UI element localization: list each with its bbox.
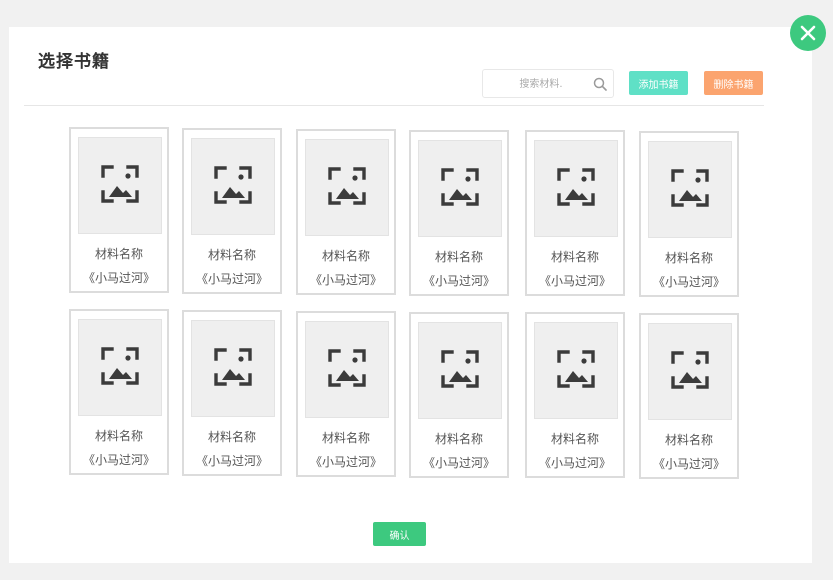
book-card[interactable]: 材料名称《小马过河》 <box>182 310 282 476</box>
book-name: 材料名称 <box>434 250 483 264</box>
book-thumbnail <box>648 141 732 238</box>
book-card[interactable]: 材料名称《小马过河》 <box>525 130 625 296</box>
book-thumbnail <box>648 323 732 420</box>
add-book-button[interactable]: 添加书籍 <box>629 71 688 95</box>
book-name: 材料名称 <box>207 248 256 262</box>
search-input[interactable] <box>491 74 591 95</box>
book-subtitle: 《小马过河》 <box>652 457 725 471</box>
book-thumbnail <box>418 322 502 419</box>
book-thumbnail <box>305 139 389 236</box>
book-subtitle: 《小马过河》 <box>538 456 611 470</box>
book-thumbnail <box>78 319 162 416</box>
book-thumbnail <box>305 321 389 418</box>
book-thumbnail <box>534 322 618 419</box>
book-card[interactable]: 材料名称《小马过河》 <box>296 129 396 295</box>
image-placeholder-icon <box>556 349 596 393</box>
header-divider <box>24 105 764 106</box>
image-placeholder-icon <box>670 168 710 212</box>
book-name: 材料名称 <box>664 433 713 447</box>
book-name: 材料名称 <box>94 247 143 261</box>
image-placeholder-icon <box>670 350 710 394</box>
book-thumbnail <box>418 140 502 237</box>
book-subtitle: 《小马过河》 <box>538 274 611 288</box>
image-placeholder-icon <box>100 346 140 390</box>
search-icon[interactable] <box>593 77 607 91</box>
image-placeholder-icon <box>213 347 253 391</box>
book-card[interactable]: 材料名称《小马过河》 <box>525 312 625 478</box>
book-name: 材料名称 <box>321 249 370 263</box>
book-subtitle: 《小马过河》 <box>195 272 268 286</box>
book-card[interactable]: 材料名称《小马过河》 <box>69 309 169 475</box>
book-card[interactable]: 材料名称《小马过河》 <box>69 127 169 293</box>
book-name: 材料名称 <box>94 429 143 443</box>
book-name: 材料名称 <box>664 251 713 265</box>
book-subtitle: 《小马过河》 <box>195 454 268 468</box>
book-name: 材料名称 <box>550 432 599 446</box>
book-card[interactable]: 材料名称《小马过河》 <box>409 130 509 296</box>
book-thumbnail <box>191 320 275 417</box>
confirm-button[interactable]: 确认 <box>373 522 426 546</box>
book-subtitle: 《小马过河》 <box>309 273 382 287</box>
image-placeholder-icon <box>440 349 480 393</box>
book-subtitle: 《小马过河》 <box>309 455 382 469</box>
image-placeholder-icon <box>100 164 140 208</box>
image-placeholder-icon <box>556 167 596 211</box>
book-card[interactable]: 材料名称《小马过河》 <box>639 131 739 297</box>
book-thumbnail <box>78 137 162 234</box>
dialog-title: 选择书籍 <box>38 52 110 72</box>
image-placeholder-icon <box>327 166 367 210</box>
book-name: 材料名称 <box>550 250 599 264</box>
book-name: 材料名称 <box>434 432 483 446</box>
close-button[interactable] <box>790 15 826 51</box>
book-thumbnail <box>191 138 275 235</box>
image-placeholder-icon <box>327 348 367 392</box>
book-subtitle: 《小马过河》 <box>82 453 155 467</box>
book-name: 材料名称 <box>207 430 256 444</box>
book-card[interactable]: 材料名称《小马过河》 <box>639 313 739 479</box>
image-placeholder-icon <box>213 165 253 209</box>
book-subtitle: 《小马过河》 <box>422 274 495 288</box>
image-placeholder-icon <box>440 167 480 211</box>
book-subtitle: 《小马过河》 <box>82 271 155 285</box>
close-icon <box>800 25 816 41</box>
book-card[interactable]: 材料名称《小马过河》 <box>296 311 396 477</box>
delete-book-button[interactable]: 删除书籍 <box>704 71 763 95</box>
book-subtitle: 《小马过河》 <box>422 456 495 470</box>
book-subtitle: 《小马过河》 <box>652 275 725 289</box>
book-card[interactable]: 材料名称《小马过河》 <box>182 128 282 294</box>
book-thumbnail <box>534 140 618 237</box>
book-card[interactable]: 材料名称《小马过河》 <box>409 312 509 478</box>
select-book-dialog: 选择书籍 添加书籍 删除书籍 材料名称《小马过河》材料名称《小马过河》材料名称《… <box>9 27 812 563</box>
book-name: 材料名称 <box>321 431 370 445</box>
search-box[interactable] <box>482 69 614 98</box>
